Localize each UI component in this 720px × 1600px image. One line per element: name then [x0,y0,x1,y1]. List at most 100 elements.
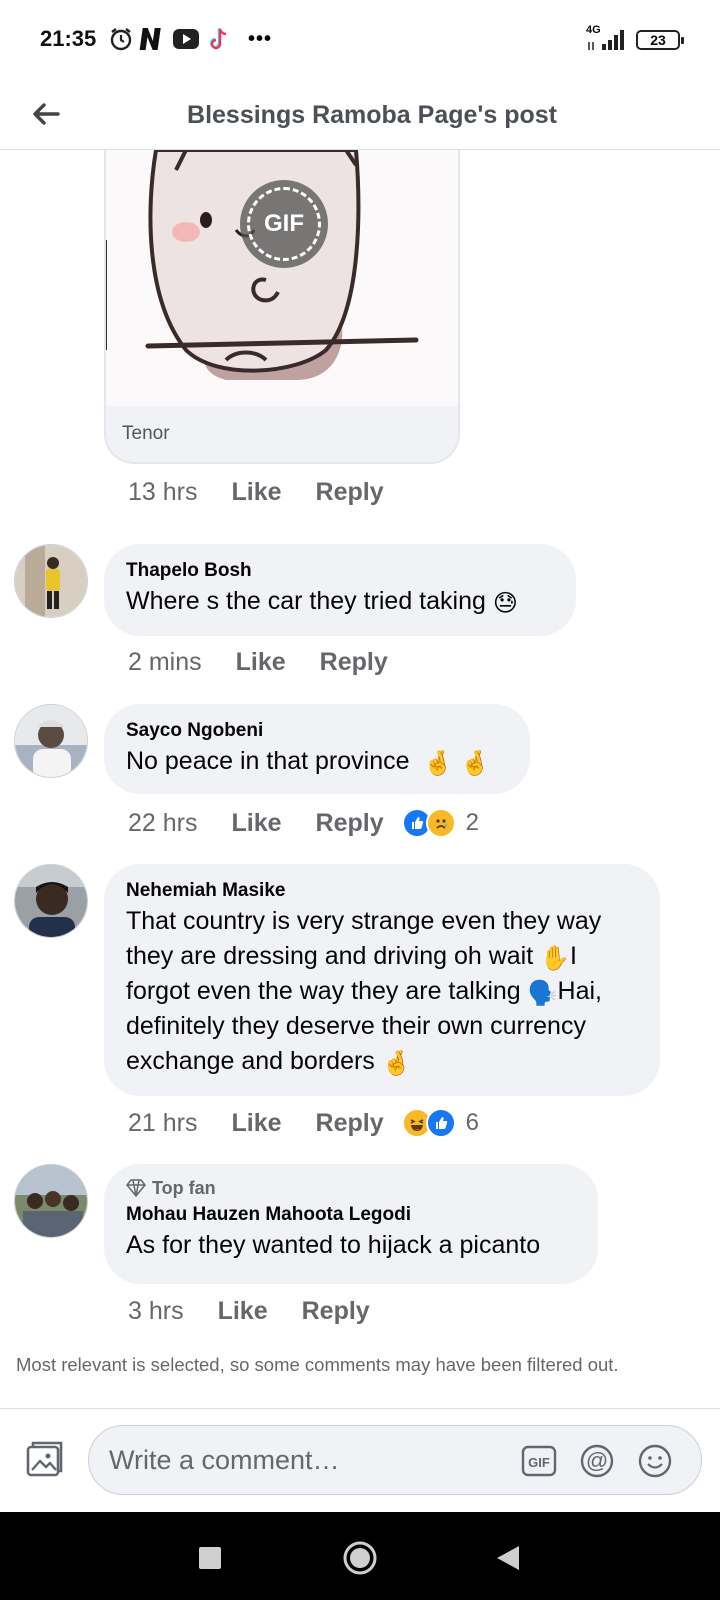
emoji-icon [638,1444,672,1478]
comment-line: they are dressing and driving oh wait [126,942,534,970]
gif-play-badge[interactable]: GIF [240,180,328,268]
sad-reaction-icon [425,808,456,838]
recents-button[interactable] [190,1538,230,1578]
system-back-button[interactable] [488,1538,528,1578]
raised-hand-icon: ✋ [540,945,571,972]
emoji-sweat-icon: 😓 [492,590,518,617]
avatar[interactable] [14,864,88,938]
comment-actions: 21 hrs Like Reply 6 [128,1108,479,1138]
reply-button[interactable]: Reply [320,648,388,677]
reaction-count[interactable]: 2 [466,809,479,837]
alarm-icon [108,26,134,52]
like-button[interactable]: Like [231,809,281,838]
comment-line: forgot even the way they are talking [126,977,521,1005]
comment-text: Where s the car they tried taking 😓 [126,584,554,619]
home-button[interactable] [340,1538,380,1578]
reaction-summary[interactable]: 6 [401,1108,479,1138]
mention-icon: @ [580,1444,614,1478]
reaction-count[interactable]: 6 [466,1109,479,1137]
page-title: Blessings Ramoba Page's post [187,101,557,129]
avatar-photo [15,705,87,777]
arrow-left-icon [33,103,60,125]
comment-text: No peace in that province 🤞 🤞 [126,744,508,779]
reply-button[interactable]: Reply [316,809,384,838]
back-triangle-icon [497,1546,519,1570]
like-button[interactable]: Like [231,1109,281,1138]
diamond-icon [126,1179,146,1197]
comment-line: Hai, [557,977,602,1005]
comment-time[interactable]: 2 mins [128,648,202,677]
crossed-fingers-icon: 🤞 [381,1050,412,1077]
comment-text-body: No peace in that province [126,747,410,775]
comment-bubble[interactable]: Nehemiah Masike That country is very str… [104,864,660,1096]
comment-bubble[interactable]: Thapelo Bosh Where s the car they tried … [104,544,576,636]
system-nav-bar [0,1512,720,1600]
avatar[interactable] [14,704,88,778]
comment-actions: 13 hrs Like Reply [128,478,418,507]
comment-author[interactable]: Sayco Ngobeni [126,718,508,744]
svg-text:GIF: GIF [528,1455,550,1470]
avatar-photo [15,1165,87,1237]
reply-button[interactable]: Reply [316,478,384,507]
comment-line: exchange and borders [126,1047,375,1075]
signal-icon: 4G [586,24,626,52]
top-fan-label: Top fan [152,1178,216,1198]
gif-button[interactable]: GIF [521,1443,557,1479]
comment-text-body: Where s the car they tried taking [126,587,486,615]
gif-badge-label: GIF [247,187,321,261]
like-reaction-icon [425,1108,456,1138]
speaking-head-icon: 🗣️ [527,980,558,1007]
post-header: Blessings Ramoba Page's post [0,80,720,150]
photo-button[interactable] [24,1439,64,1479]
comment-text: As for they wanted to hijack a picanto [126,1231,541,1259]
comment-time[interactable]: 22 hrs [128,809,197,838]
back-button[interactable] [24,92,68,136]
recents-square-icon [199,1547,221,1569]
gif-source[interactable]: Tenor [106,406,458,462]
comment-input[interactable] [109,1426,509,1494]
status-time: 21:35 [40,26,97,51]
netflix-icon [138,26,168,52]
comment-field[interactable]: GIF @ [88,1425,702,1495]
comment-actions: 3 hrs Like Reply [128,1297,404,1326]
reply-button[interactable]: Reply [316,1109,384,1138]
status-bar: 21:35 ••• 4G 23 [0,0,720,80]
avatar-photo [15,865,87,937]
like-button[interactable]: Like [218,1297,268,1326]
youtube-icon [172,26,200,52]
like-button[interactable]: Like [236,648,286,677]
more-notifications-icon: ••• [248,27,273,50]
comment-line: That country is very strange even they w… [126,907,602,935]
comment-time[interactable]: 13 hrs [128,478,197,507]
comment-author[interactable]: Mohau Hauzen Mahoota Legodi [126,1202,576,1228]
comment-time[interactable]: 21 hrs [128,1109,197,1138]
comment-text: That country is very strange even they w… [126,904,638,1079]
comment-actions: 2 mins Like Reply [128,648,422,677]
comment-time[interactable]: 3 hrs [128,1297,184,1326]
avatar[interactable] [14,1164,88,1238]
reply-button[interactable]: Reply [302,1297,370,1326]
filter-notice: Most relevant is selected, so some comme… [16,1354,619,1375]
comment-author[interactable]: Thapelo Bosh [126,558,554,584]
avatar-photo [15,545,87,617]
battery-level: 23 [650,32,666,48]
avatar[interactable] [14,544,88,618]
tiktok-icon [206,26,230,52]
home-circle-icon [343,1541,377,1575]
comment-bubble[interactable]: Sayco Ngobeni No peace in that province … [104,704,530,794]
comment-actions: 22 hrs Like Reply 2 [128,808,479,838]
gif-image[interactable]: GIF [106,150,458,406]
top-fan-badge: Top fan [126,1176,576,1200]
gif-icon: GIF [521,1445,557,1477]
comment-line: definitely they deserve their own curren… [126,1012,586,1040]
comment-author[interactable]: Nehemiah Masike [126,878,638,904]
battery-icon: 23 [636,30,684,50]
svg-text:@: @ [586,1448,608,1473]
emoji-button[interactable] [637,1443,673,1479]
reaction-summary[interactable]: 2 [401,808,479,838]
mention-button[interactable]: @ [579,1443,615,1479]
comment-bubble[interactable]: Top fan Mohau Hauzen Mahoota Legodi As f… [104,1164,598,1284]
gif-attachment[interactable]: GIF Tenor [104,150,460,464]
like-button[interactable]: Like [231,478,281,507]
crossed-fingers-icon: 🤞 🤞 [423,750,490,777]
